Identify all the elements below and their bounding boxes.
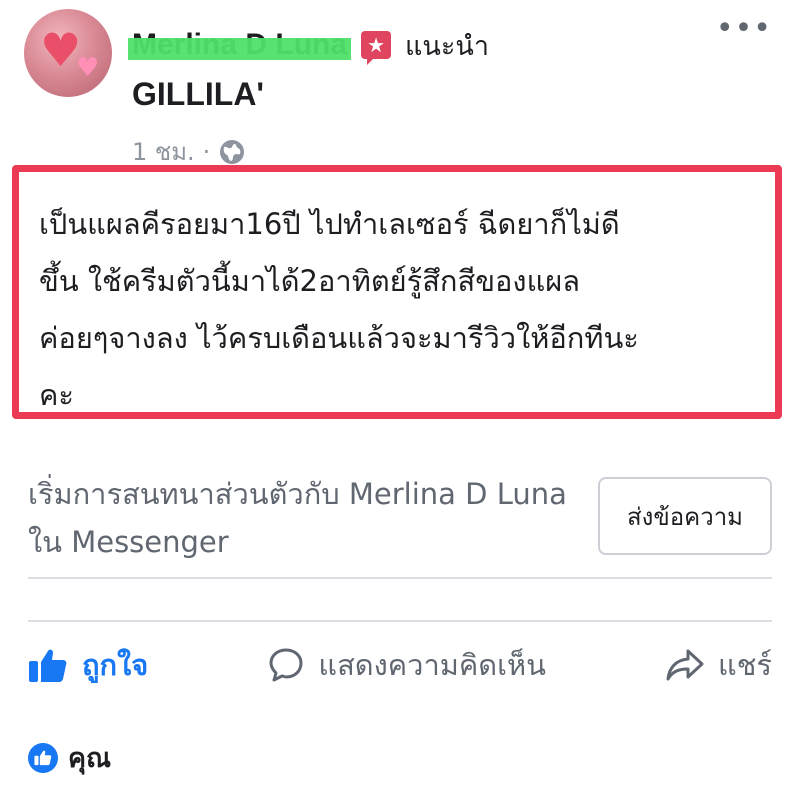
thumbs-up-icon <box>29 649 67 682</box>
send-message-button[interactable]: ส่งข้อความ <box>598 477 772 555</box>
like-button[interactable]: ถูกใจ <box>28 642 148 688</box>
heart-icon: ♥ <box>76 53 100 83</box>
author-row: Merlina D Luna ★ แนะนำ <box>128 22 490 68</box>
like-reaction-icon <box>28 742 58 773</box>
reaction-label: คุณ <box>68 743 112 774</box>
name-censor-bar <box>128 38 352 60</box>
share-label: แชร์ <box>718 648 772 682</box>
star-badge-icon: ★ <box>361 31 392 65</box>
messenger-prompt: เริ่มการสนทนาส่วนตัวกับ Merlina D Luna ใ… <box>28 477 567 559</box>
page-name[interactable]: GILLILA' <box>132 76 264 113</box>
more-options-icon[interactable]: ••• <box>716 14 772 44</box>
post-text: เป็นแผลคีรอยมา16ปี ไปทำเลเซอร์ ฉีดยาก็ไม… <box>39 207 639 412</box>
comment-button[interactable]: แสดงความคิดเห็น <box>268 642 546 688</box>
author-avatar[interactable]: ♥ ♥ <box>24 9 112 97</box>
highlighted-post-body: เป็นแผลคีรอยมา16ปี ไปทำเลเซอร์ ฉีดยาก็ไม… <box>12 165 782 419</box>
meta-separator: · <box>202 137 211 166</box>
share-button[interactable]: แชร์ <box>666 642 772 688</box>
like-label: ถูกใจ <box>82 648 149 682</box>
reaction-summary[interactable]: คุณ <box>28 736 111 779</box>
comment-icon <box>269 648 303 682</box>
recommend-label: แนะนำ <box>405 30 490 62</box>
divider <box>28 620 772 622</box>
globe-icon <box>220 139 245 164</box>
divider <box>28 577 772 579</box>
author-name[interactable]: Merlina D Luna <box>128 28 352 62</box>
share-icon <box>666 649 704 681</box>
facebook-post-screen: ♥ ♥ Merlina D Luna ★ แนะนำ ••• GILLILA' … <box>0 0 800 800</box>
post-action-bar: ถูกใจ แสดงความคิดเห็น แชร์ <box>28 630 772 700</box>
comment-label: แสดงความคิดเห็น <box>318 648 546 682</box>
